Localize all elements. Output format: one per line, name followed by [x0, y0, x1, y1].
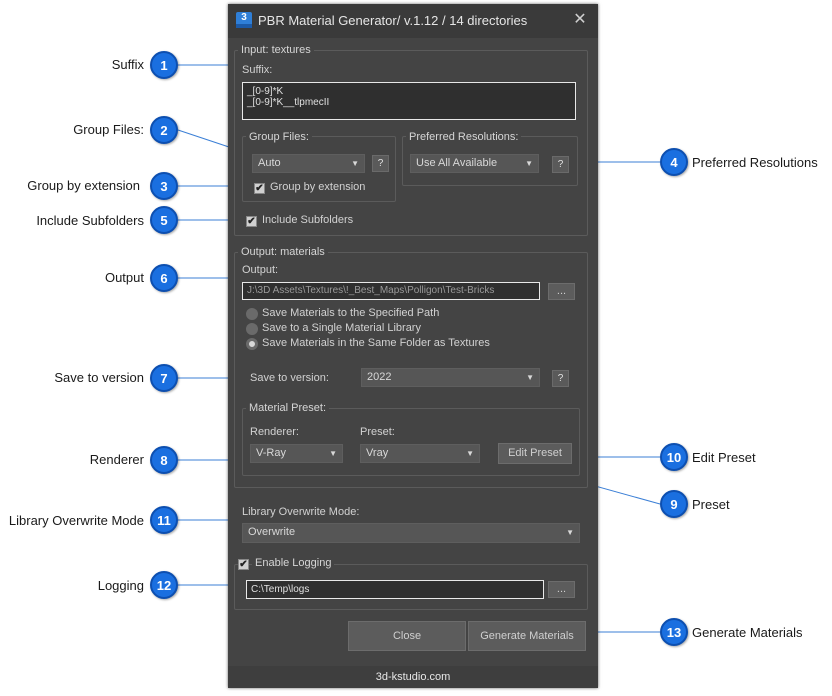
chevron-down-icon: ▼	[526, 373, 534, 382]
radio-save-same-folder-label: Save Materials in the Same Folder as Tex…	[262, 337, 490, 349]
input-group-label: Input: textures	[238, 44, 314, 56]
chevron-down-icon: ▼	[351, 159, 359, 168]
preferred-res-value: Use All Available	[416, 157, 498, 169]
callout-label-edit-preset: Edit Preset	[692, 450, 756, 465]
callout-label-preset: Preset	[692, 497, 730, 512]
radio-save-specified-path[interactable]	[246, 308, 258, 320]
window-title: PBR Material Generator/ v.1.12 / 14 dire…	[258, 13, 528, 28]
suffix-line-2: _[0-9]*K__tlpmecII	[247, 97, 330, 108]
save-version-label: Save to version:	[250, 372, 329, 384]
material-preset-label: Material Preset:	[246, 402, 330, 414]
preset-dropdown[interactable]: Vray ▼	[360, 444, 480, 463]
library-overwrite-dropdown[interactable]: Overwrite ▼	[242, 523, 580, 543]
output-group-label: Output: materials	[238, 246, 328, 258]
preferred-res-dropdown[interactable]: Use All Available ▼	[410, 154, 539, 173]
callout-badge-5: 5	[150, 206, 178, 234]
output-label: Output:	[242, 264, 279, 276]
close-button[interactable]: Close	[348, 621, 466, 651]
callout-badge-6: 6	[150, 264, 178, 292]
callout-badge-8: 8	[150, 446, 178, 474]
callout-label-group-files: Group Files:	[73, 122, 144, 137]
callout-badge-7: 7	[150, 364, 178, 392]
include-subfolders-checkbox[interactable]: ✔	[246, 216, 257, 227]
generate-materials-button[interactable]: Generate Materials	[468, 621, 586, 651]
callout-badge-13: 13	[660, 618, 688, 646]
app-3dsmax-icon: 3	[236, 12, 252, 28]
callout-badge-9: 9	[660, 490, 688, 518]
chevron-down-icon: ▼	[329, 449, 337, 458]
callout-label-logging: Logging	[97, 578, 144, 593]
chevron-down-icon: ▼	[566, 528, 574, 537]
renderer-label: Renderer:	[250, 426, 299, 438]
save-version-value: 2022	[367, 371, 392, 383]
radio-save-single-library-label: Save to a Single Material Library	[262, 322, 421, 334]
callout-badge-10: 10	[660, 443, 688, 471]
enable-logging-label: Enable Logging	[252, 557, 335, 569]
callout-label-include-subfolders: Include Subfolders	[36, 213, 144, 228]
callout-badge-2: 2	[150, 116, 178, 144]
renderer-value: V-Ray	[256, 447, 286, 459]
close-window-icon[interactable]: ✕	[570, 10, 590, 30]
callout-badge-3: 3	[150, 172, 178, 200]
output-browse-button[interactable]: ...	[548, 283, 575, 300]
radio-save-single-library[interactable]	[246, 323, 258, 335]
logging-path-input[interactable]: C:\Temp\logs	[246, 580, 544, 599]
group-files-label: Group Files:	[246, 131, 312, 143]
group-files-help-button[interactable]: ?	[372, 155, 389, 172]
callout-badge-11: 11	[150, 506, 178, 534]
material-preset-group	[242, 408, 580, 476]
preferred-res-help-button[interactable]: ?	[552, 156, 569, 173]
callout-badge-12: 12	[150, 571, 178, 599]
renderer-dropdown[interactable]: V-Ray ▼	[250, 444, 343, 463]
title-bar[interactable]: 3 PBR Material Generator/ v.1.12 / 14 di…	[228, 4, 598, 38]
preset-value: Vray	[366, 447, 389, 459]
enable-logging-checkbox[interactable]: ✔	[238, 559, 249, 570]
save-version-help-button[interactable]: ?	[552, 370, 569, 387]
group-files-value: Auto	[258, 157, 281, 169]
callout-label-renderer: Renderer	[89, 452, 144, 467]
library-overwrite-value: Overwrite	[248, 526, 296, 538]
preset-label: Preset:	[360, 426, 395, 438]
library-overwrite-label: Library Overwrite Mode:	[242, 506, 360, 518]
footer-credit: 3d-kstudio.com	[228, 666, 598, 688]
save-version-dropdown[interactable]: 2022 ▼	[361, 368, 540, 387]
suffix-label: Suffix:	[242, 64, 273, 76]
callout-badge-1: 1	[150, 51, 178, 79]
preferred-res-label: Preferred Resolutions:	[406, 131, 522, 143]
group-by-extension-checkbox[interactable]: ✔	[254, 183, 265, 194]
logging-browse-button[interactable]: ...	[548, 581, 575, 598]
chevron-down-icon: ▼	[525, 159, 533, 168]
callout-label-preferred-resolutions: Preferred Resolutions	[692, 155, 818, 170]
callout-label-output: Output	[104, 270, 144, 285]
group-files-dropdown[interactable]: Auto ▼	[252, 154, 365, 173]
radio-save-same-folder[interactable]	[246, 338, 258, 350]
pbr-generator-dialog: 3 PBR Material Generator/ v.1.12 / 14 di…	[228, 4, 598, 688]
suffix-textarea[interactable]: _[0-9]*K _[0-9]*K__tlpmecII	[242, 82, 576, 120]
callout-label-library-overwrite: Library Overwrite Mode	[8, 513, 144, 528]
edit-preset-button[interactable]: Edit Preset	[498, 443, 572, 464]
callout-label-generate-materials: Generate Materials	[692, 625, 803, 640]
radio-save-specified-path-label: Save Materials to the Specified Path	[262, 307, 440, 319]
suffix-line-1: _[0-9]*K	[247, 86, 284, 97]
group-by-extension-label: Group by extension	[270, 181, 366, 193]
chevron-down-icon: ▼	[466, 449, 474, 458]
output-path-input[interactable]: J:\3D Assets\Textures\!_Best_Maps\Pollig…	[242, 282, 540, 300]
callout-label-save-to-version: Save to version	[54, 370, 144, 385]
include-subfolders-label: Include Subfolders	[262, 214, 354, 226]
callout-label-suffix: Suffix	[111, 57, 144, 72]
callout-label-group-by-extension: Group by extension	[27, 178, 140, 193]
callout-badge-4: 4	[660, 148, 688, 176]
